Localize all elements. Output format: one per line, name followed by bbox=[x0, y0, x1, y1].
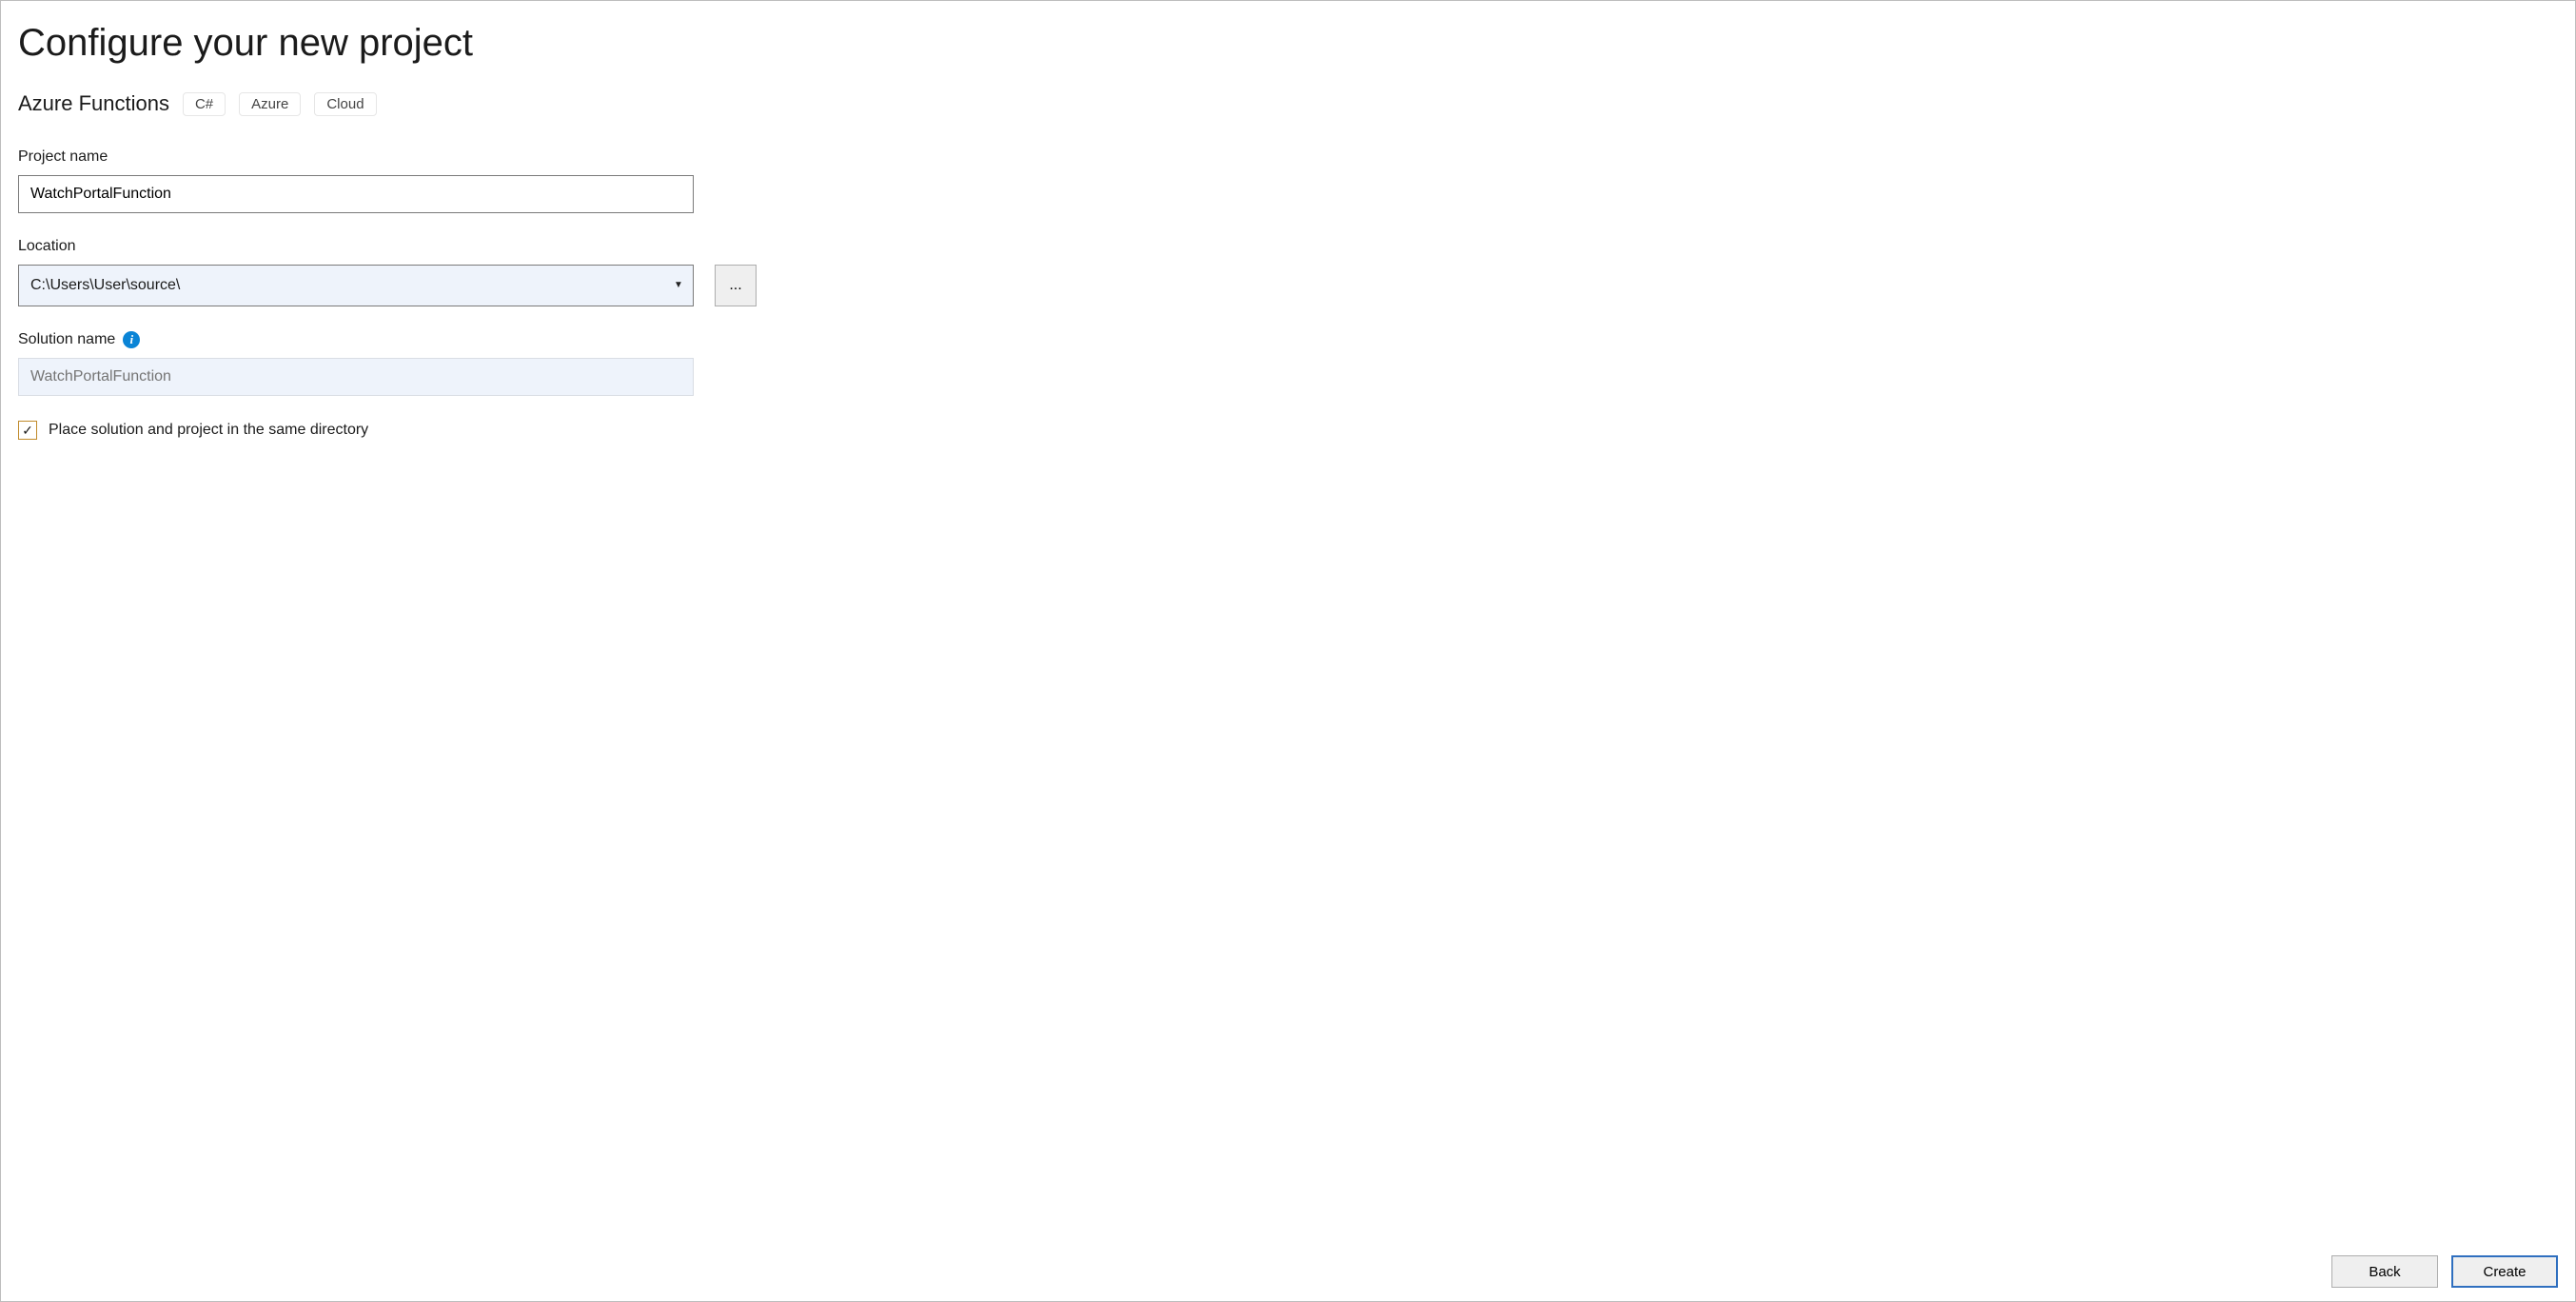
same-directory-label: Place solution and project in the same d… bbox=[49, 422, 368, 439]
location-label: Location bbox=[18, 238, 2558, 255]
template-name: Azure Functions bbox=[18, 91, 169, 116]
dialog-footer: Back Create bbox=[2331, 1255, 2558, 1288]
tag-csharp: C# bbox=[183, 92, 226, 116]
page-title: Configure your new project bbox=[18, 22, 2558, 65]
configure-project-dialog: Configure your new project Azure Functio… bbox=[0, 0, 2576, 1302]
project-template-row: Azure Functions C# Azure Cloud bbox=[18, 91, 2558, 116]
project-name-label: Project name bbox=[18, 148, 2558, 166]
location-combo[interactable]: C:\Users\User\source\ ▼ bbox=[18, 265, 694, 306]
chevron-down-icon: ▼ bbox=[670, 281, 687, 290]
browse-location-button[interactable]: ... bbox=[715, 265, 757, 306]
info-icon: i bbox=[123, 331, 140, 348]
solution-name-field: Solution name i bbox=[18, 331, 2558, 396]
tag-cloud: Cloud bbox=[314, 92, 376, 116]
location-field: Location C:\Users\User\source\ ▼ ... bbox=[18, 238, 2558, 306]
project-name-field: Project name bbox=[18, 148, 2558, 213]
same-directory-checkbox[interactable] bbox=[18, 421, 37, 440]
solution-name-input bbox=[18, 358, 694, 396]
solution-name-label-text: Solution name bbox=[18, 331, 115, 348]
solution-name-label: Solution name i bbox=[18, 331, 2558, 348]
back-button[interactable]: Back bbox=[2331, 1255, 2438, 1288]
create-button[interactable]: Create bbox=[2451, 1255, 2558, 1288]
same-directory-row: Place solution and project in the same d… bbox=[18, 421, 2558, 440]
location-value: C:\Users\User\source\ bbox=[30, 277, 670, 294]
project-name-input[interactable] bbox=[18, 175, 694, 213]
tag-azure: Azure bbox=[239, 92, 301, 116]
